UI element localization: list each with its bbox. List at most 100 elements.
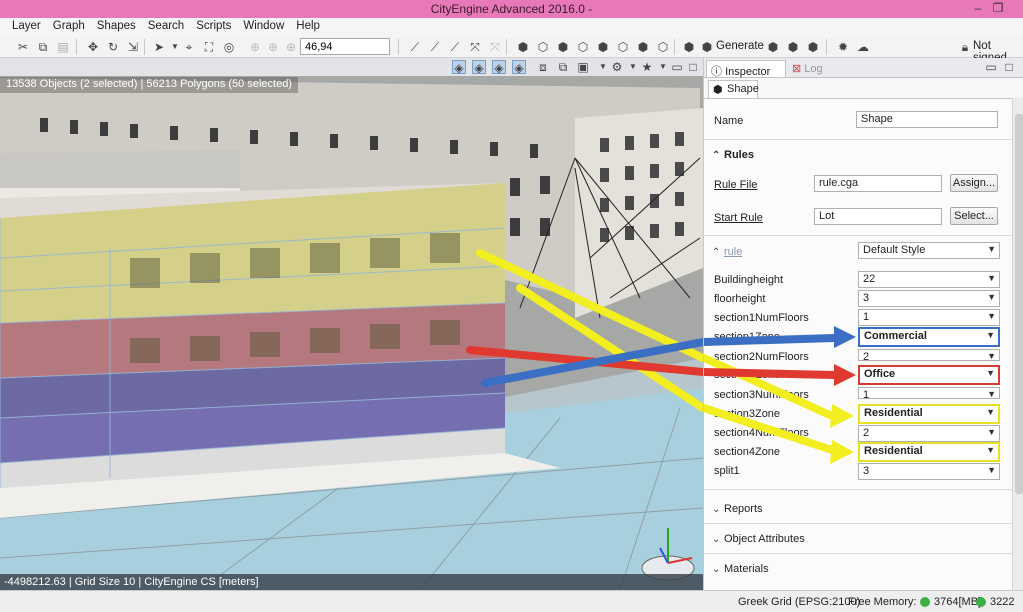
chevron-up-icon: ⌃	[712, 247, 721, 258]
chevron-down-icon: ▼	[987, 351, 996, 361]
attr-value: Office	[864, 368, 896, 380]
bookmark-icon[interactable]: ⧉	[556, 60, 570, 74]
materials-section-header[interactable]: ⌄ Materials	[712, 563, 769, 575]
regenerate-icon[interactable]: ⬢	[766, 40, 780, 54]
shape-tool2-icon[interactable]: ⬡	[536, 40, 550, 54]
chevron-down-icon: ▼	[987, 389, 996, 399]
target-icon[interactable]: ◎	[222, 40, 236, 54]
settings-dropdown-icon[interactable]: ▼	[626, 60, 640, 74]
copy-icon[interactable]: ⧉	[36, 40, 50, 54]
menu-help[interactable]: Help	[290, 18, 326, 36]
shape-tool4-icon[interactable]: ⬡	[576, 40, 590, 54]
attr-label-buildingheight: Buildingheight	[714, 274, 784, 286]
maximize-view-icon[interactable]: □	[686, 60, 700, 74]
attr-buildingheight[interactable]: 22 ▼	[858, 271, 1000, 288]
reports-section-header[interactable]: ⌄ Reports	[712, 503, 763, 515]
cleanup-icon[interactable]: ⬢	[786, 40, 800, 54]
snap-icon[interactable]: ⊕	[248, 40, 262, 54]
rule-file-link[interactable]: Rule File	[714, 179, 757, 191]
star-icon[interactable]: ★	[640, 60, 654, 74]
shape-tool7-icon[interactable]: ⬢	[636, 40, 650, 54]
shape-tool3-icon[interactable]: ⬢	[556, 40, 570, 54]
shape-tool8-icon[interactable]: ⬡	[656, 40, 670, 54]
shape-tool-icon[interactable]: ⬢	[516, 40, 530, 54]
attr-section4zone[interactable]: Residential ▼	[858, 442, 1000, 462]
panel-maximize-icon[interactable]: □	[1002, 60, 1016, 74]
attr-split1[interactable]: 3 ▼	[858, 463, 1000, 480]
attr-section4numfloors[interactable]: 2 ▼	[858, 425, 1000, 442]
attr-section1numfloors[interactable]: 1 ▼	[858, 309, 1000, 326]
name-field[interactable]: Shape	[856, 111, 998, 128]
view-shaded-icon[interactable]: ◈	[472, 60, 486, 75]
scrollbar-thumb[interactable]	[1015, 114, 1023, 494]
attr-section1zone[interactable]: Commercial ▼	[858, 327, 1000, 347]
attr-section3numfloors[interactable]: 1 ▼	[858, 387, 1000, 399]
menu-window[interactable]: Window	[237, 18, 290, 36]
menu-shapes[interactable]: Shapes	[91, 18, 142, 36]
shape-tool5-icon[interactable]: ⬢	[596, 40, 610, 54]
attr-value: Residential	[864, 445, 923, 457]
camera-icon[interactable]: ⧈	[536, 60, 550, 74]
rotate-icon[interactable]: ↻	[106, 40, 120, 54]
minimize-view-icon[interactable]: ▭	[670, 60, 684, 74]
street-tool2-icon[interactable]: ⟋	[428, 40, 442, 54]
attr-section3zone[interactable]: Residential ▼	[858, 404, 1000, 424]
node-select-icon[interactable]: ⌖	[182, 40, 196, 54]
move-icon[interactable]: ✥	[86, 40, 100, 54]
select-arrow-icon[interactable]: ➤	[152, 40, 166, 54]
paste-icon[interactable]: ▤	[56, 40, 70, 54]
menu-scripts[interactable]: Scripts	[190, 18, 237, 36]
cloud-icon[interactable]: ☁	[856, 40, 870, 54]
menu-layer[interactable]: Layer	[6, 18, 47, 36]
object-attributes-section-header[interactable]: ⌄ Object Attributes	[712, 533, 805, 545]
attr-section2zone[interactable]: Office ▼	[858, 365, 1000, 385]
assign-button[interactable]: Assign...	[950, 174, 998, 192]
tab-log[interactable]: ⊠ Log	[788, 60, 832, 77]
attr-floorheight[interactable]: 3 ▼	[858, 290, 1000, 307]
rule-group-header[interactable]: ⌃ rule	[712, 246, 742, 258]
rule-file-field[interactable]: rule.cga	[814, 175, 942, 192]
generate-icon[interactable]: ⬢	[700, 40, 714, 54]
view-textured-icon[interactable]: ◈	[492, 60, 506, 75]
attr-section2numfloors[interactable]: 2 ▼	[858, 349, 1000, 361]
tab-inspector[interactable]: ⓘ Inspector ✕	[706, 60, 786, 92]
render-dropdown-icon[interactable]: ▼	[596, 60, 610, 74]
view-mode-icon[interactable]: ◈	[512, 60, 526, 75]
view-wireframe-icon[interactable]: ◈	[452, 60, 466, 75]
select-button[interactable]: Select...	[950, 207, 998, 225]
start-rule-link[interactable]: Start Rule	[714, 212, 763, 224]
menu-graph[interactable]: Graph	[47, 18, 91, 36]
cut-icon[interactable]: ✂	[16, 40, 30, 54]
street-tool-icon[interactable]: ⟋	[408, 40, 422, 54]
sun-icon[interactable]: ✹	[836, 40, 850, 54]
rules-section-header[interactable]: ⌃ Rules	[712, 149, 754, 161]
panel-minimize-icon[interactable]: ▭	[984, 60, 998, 74]
settings-gear-icon[interactable]: ⚙	[610, 60, 624, 74]
generate-button[interactable]: Generate	[716, 40, 764, 52]
dropdown-arrow-icon[interactable]: ▼	[168, 40, 182, 54]
street-tool5-icon[interactable]: ⤧	[488, 40, 502, 54]
street-tool4-icon[interactable]: ⤧	[468, 40, 482, 54]
rule-style-select[interactable]: Default Style ▼	[858, 242, 1000, 259]
model-icon[interactable]: ⬢	[806, 40, 820, 54]
start-rule-field[interactable]: Lot	[814, 208, 942, 225]
shape-tool6-icon[interactable]: ⬡	[616, 40, 630, 54]
restore-button[interactable]: ❐	[986, 0, 1010, 18]
tab-shape[interactable]: ⬢ Shape	[708, 80, 759, 98]
render-icon[interactable]: ▣	[576, 60, 590, 74]
3d-viewport[interactable]: ◈ ◈ ◈ ◈ ⧈ ⧉ ▣ ▼ ⚙ ▼ ★ ▼ ▭ □ 13538 Object…	[0, 58, 703, 590]
chevron-down-icon: ▼	[986, 407, 995, 417]
menu-search[interactable]: Search	[142, 18, 190, 36]
scene-render[interactable]	[0, 58, 703, 590]
inspector-scrollbar[interactable]	[1012, 98, 1023, 590]
generate-models-icon[interactable]: ⬢	[682, 40, 696, 54]
scale-icon[interactable]: ⇲	[126, 40, 140, 54]
star-dropdown-icon[interactable]: ▼	[656, 60, 670, 74]
snap2-icon[interactable]: ⊕	[266, 40, 280, 54]
coordinate-input[interactable]	[300, 38, 390, 55]
frame-icon[interactable]: ⛶	[202, 40, 216, 54]
chevron-down-icon: ▼	[987, 292, 996, 302]
street-tool3-icon[interactable]: ⟋	[448, 40, 462, 54]
snap3-icon[interactable]: ⊕	[284, 40, 298, 54]
attr-value: 2	[863, 427, 870, 439]
